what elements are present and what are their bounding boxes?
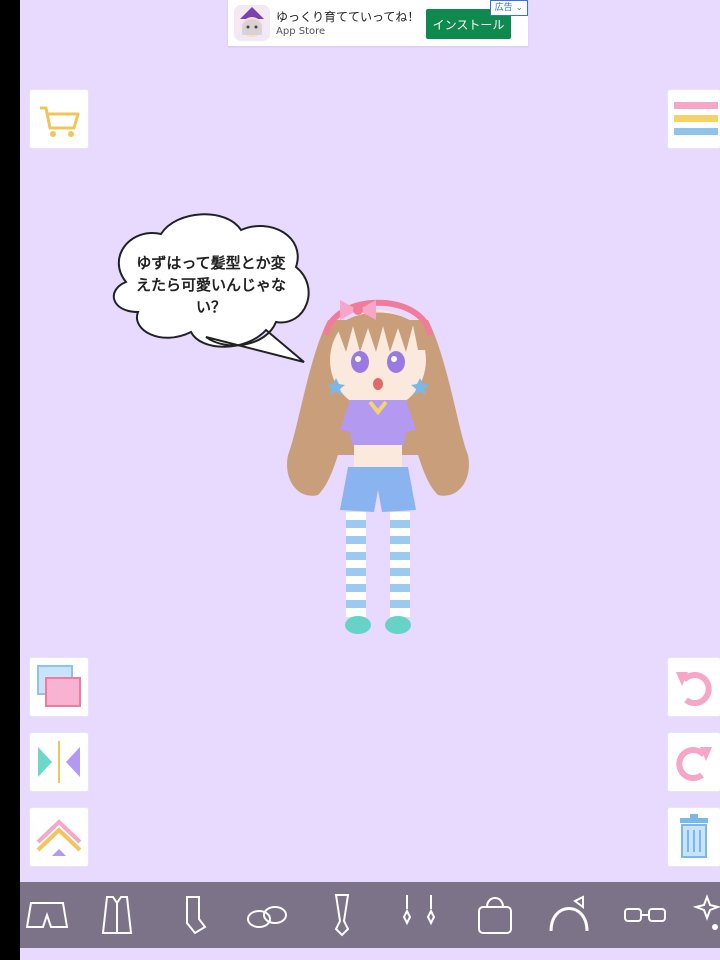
speech-bubble-text: ゆずはって髪型とか変えたら可愛いんじゃない？ (136, 254, 287, 316)
ad-badge-label: 広告 (494, 3, 513, 13)
bring-front-icon (36, 819, 82, 856)
layers-icon (37, 665, 81, 707)
cart-icon (40, 106, 80, 137)
ad-title: ゆっくり育てていってね！ (276, 10, 420, 24)
tool-shoes[interactable] (240, 882, 294, 948)
tool-outfit[interactable] (90, 882, 144, 948)
sparkle-icon (692, 894, 720, 930)
tool-tie[interactable] (315, 882, 369, 948)
bring-front-button[interactable] (30, 808, 88, 866)
headband-icon (549, 895, 589, 932)
shoes-icon (247, 906, 287, 928)
shop-button[interactable] (30, 90, 88, 148)
tie-icon (334, 894, 350, 937)
menu-button[interactable] (668, 90, 720, 148)
flip-button[interactable] (30, 733, 88, 791)
outfit-icon (101, 896, 133, 934)
redo-button[interactable] (668, 733, 720, 791)
bag-icon (478, 897, 512, 934)
category-toolbar (20, 882, 720, 948)
tool-socks[interactable] (166, 882, 220, 948)
undo-icon (676, 672, 712, 707)
ad-banner[interactable]: ゆっくり育てていってね！ App Store インストール 広告 ⌄ (228, 0, 528, 46)
undo-button[interactable] (668, 658, 720, 716)
layers-button[interactable] (30, 658, 88, 716)
ad-badge[interactable]: 広告 ⌄ (489, 0, 528, 16)
socks-icon (186, 896, 207, 935)
glasses-icon (624, 908, 666, 922)
earrings-icon (402, 895, 436, 926)
left-black-bar (0, 0, 20, 960)
delete-button[interactable] (668, 808, 720, 866)
trash-icon (680, 814, 708, 858)
bottom-strip (20, 948, 720, 960)
tool-glasses[interactable] (618, 882, 672, 948)
redo-icon (676, 747, 712, 782)
tool-bag[interactable] (468, 882, 522, 948)
ad-store: App Store (276, 26, 326, 37)
character-avatar[interactable] (278, 280, 478, 650)
tool-shorts[interactable] (20, 882, 74, 948)
tool-headband[interactable] (542, 882, 596, 948)
tool-effects[interactable] (688, 882, 720, 948)
menu-icon (674, 102, 718, 135)
ad-app-icon (234, 5, 270, 41)
flip-icon (38, 741, 80, 783)
shorts-icon (25, 902, 69, 928)
tool-earrings[interactable] (392, 882, 446, 948)
